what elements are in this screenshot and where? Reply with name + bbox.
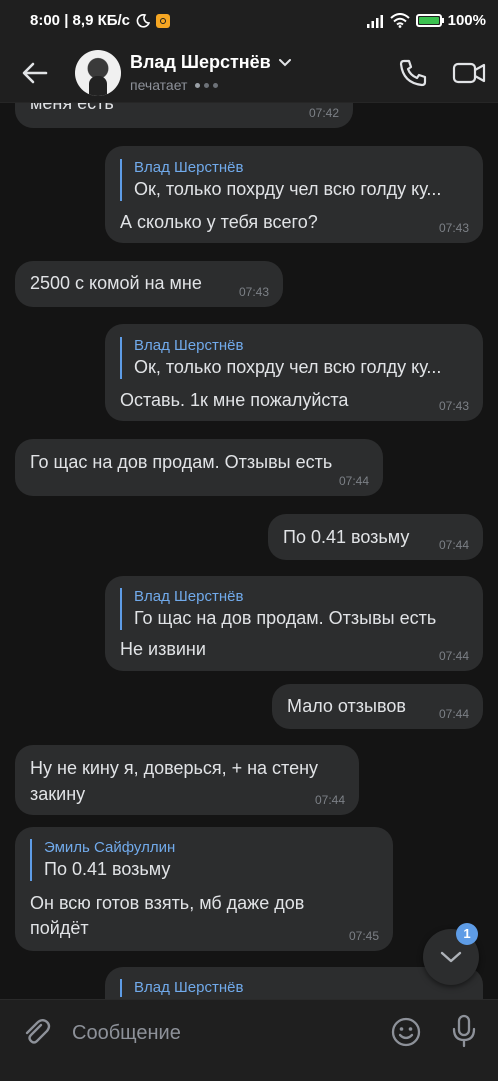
message-bubble-outgoing[interactable]: Мало отзывов 07:44 bbox=[272, 684, 483, 729]
paperclip-icon[interactable] bbox=[20, 1016, 52, 1048]
message-input[interactable] bbox=[70, 1016, 384, 1050]
back-arrow-icon[interactable] bbox=[20, 58, 50, 88]
microphone-icon[interactable] bbox=[449, 1014, 479, 1048]
reply-author: Влад Шерстнёв bbox=[134, 979, 244, 996]
emoji-icon[interactable] bbox=[390, 1016, 422, 1048]
message-time: 07:44 bbox=[314, 793, 345, 807]
reply-quote[interactable]: Влад Шерстнёв Го щас на дов продам. Отзы… bbox=[120, 588, 436, 630]
message-time: 07:44 bbox=[438, 707, 469, 721]
message-time: 07:43 bbox=[438, 221, 469, 235]
battery-icon bbox=[415, 14, 444, 27]
message-time: 07:44 bbox=[438, 538, 469, 552]
reply-quote[interactable]: Влад Шерстнёв bbox=[120, 979, 243, 997]
message-bubble-incoming[interactable]: Ну не кину я, доверься, + на стену закин… bbox=[15, 745, 359, 815]
reply-text: Ок, только похрду чел всю голду ку... bbox=[134, 179, 442, 199]
chevron-down-icon[interactable] bbox=[278, 58, 291, 67]
message-time: 07:45 bbox=[348, 929, 379, 943]
contact-name[interactable]: Влад Шерстнёв bbox=[130, 52, 291, 73]
message-time: 07:44 bbox=[338, 474, 369, 488]
message-bubble-incoming[interactable]: Го щас на дов продам. Отзывы есть 07:44 bbox=[15, 439, 383, 496]
message-text: Не извини bbox=[120, 639, 206, 659]
reply-quote[interactable]: Влад Шерстнёв Ок, только похрду чел всю … bbox=[120, 337, 441, 379]
reply-author: Влад Шерстнёв bbox=[134, 159, 244, 176]
chat-header: Влад Шерстнёв печатает bbox=[0, 44, 498, 103]
message-bubble-outgoing[interactable]: Влад Шерстнёв Го щас на дов продам. Отзы… bbox=[105, 576, 483, 671]
message-bubble-incoming[interactable]: меня есть 07:42 bbox=[15, 103, 353, 128]
reply-quote[interactable]: Эмиль Сайфуллин По 0.41 возьму bbox=[30, 839, 175, 881]
message-text-line: Ну не кину я, доверься, + на стену bbox=[30, 758, 319, 778]
typing-status: печатает bbox=[130, 77, 219, 93]
moon-icon bbox=[136, 13, 151, 28]
message-text: Оставь. 1к мне пожалуйста bbox=[120, 390, 349, 410]
phone-icon[interactable] bbox=[397, 57, 429, 89]
typing-dots-icon bbox=[195, 82, 219, 88]
reply-author: Эмиль Сайфуллин bbox=[44, 839, 176, 856]
reply-author: Влад Шерстнёв bbox=[134, 337, 244, 354]
battery-level: 100% bbox=[447, 12, 486, 29]
message-bubble-outgoing[interactable]: Влад Шерстнёв Ок, только похрду чел всю … bbox=[105, 146, 483, 243]
message-text: Мало отзывов bbox=[287, 696, 406, 716]
chevron-down-icon bbox=[440, 951, 462, 963]
message-bubble-outgoing[interactable]: По 0.41 возьму 07:44 bbox=[268, 514, 483, 560]
wifi-icon bbox=[389, 13, 410, 28]
status-time: 8:00 | 8,9 КБ/с bbox=[30, 12, 131, 29]
reply-author: Влад Шерстнёв bbox=[134, 588, 244, 605]
reply-text: Ок, только похрду чел всю голду ку... bbox=[134, 357, 442, 377]
message-bubble-outgoing[interactable]: Влад Шерстнёв Ок, только похрду чел всю … bbox=[105, 324, 483, 421]
unread-count-badge: 1 bbox=[456, 923, 478, 945]
status-bar: 8:00 | 8,9 КБ/с 100% bbox=[0, 0, 498, 44]
message-text: А сколько у тебя всего? bbox=[120, 212, 318, 232]
reply-text: По 0.41 возьму bbox=[44, 859, 171, 879]
message-text-line: пойдёт bbox=[30, 918, 89, 938]
video-call-icon[interactable] bbox=[452, 57, 486, 89]
message-list[interactable]: меня есть 07:42 Влад Шерстнёв Ок, только… bbox=[0, 103, 498, 999]
alarm-icon bbox=[156, 13, 171, 28]
message-time: 07:43 bbox=[438, 399, 469, 413]
message-composer bbox=[0, 999, 498, 1081]
message-text: Го щас на дов продам. Отзывы есть bbox=[30, 452, 333, 472]
reply-quote[interactable]: Влад Шерстнёв Ок, только похрду чел всю … bbox=[120, 159, 441, 201]
message-text-line: закину bbox=[30, 784, 86, 804]
message-time: 07:42 bbox=[308, 106, 339, 120]
message-bubble-incoming[interactable]: Эмиль Сайфуллин По 0.41 возьму Он всю го… bbox=[15, 827, 393, 951]
message-time: 07:44 bbox=[438, 649, 469, 663]
signal-icon bbox=[366, 14, 383, 28]
message-text: 2500 с комой на мне bbox=[30, 273, 202, 293]
message-text: По 0.41 возьму bbox=[283, 527, 410, 547]
message-bubble-incoming[interactable]: 2500 с комой на мне 07:43 bbox=[15, 261, 283, 307]
reply-text: Го щас на дов продам. Отзывы есть bbox=[134, 608, 437, 628]
message-text-line: Он всю готов взять, мб даже дов bbox=[30, 893, 305, 913]
message-time: 07:43 bbox=[238, 285, 269, 299]
avatar[interactable] bbox=[75, 50, 121, 96]
message-text: меня есть bbox=[30, 103, 114, 113]
